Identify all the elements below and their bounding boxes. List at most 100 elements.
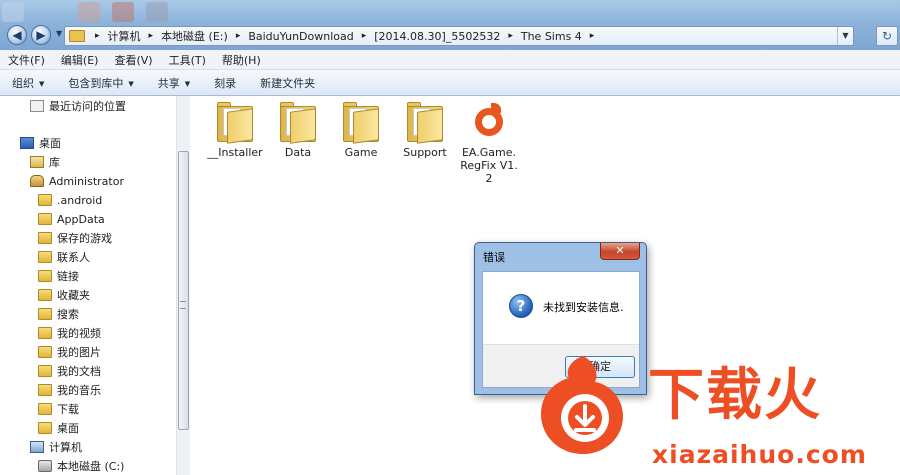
nav-item-desktop[interactable]: 桌面 <box>20 134 61 152</box>
desktop-icon <box>20 137 34 149</box>
breadcrumb-the-sims-4[interactable]: The Sims 4 <box>519 30 584 43</box>
organize-button[interactable]: 组织 ▼ <box>0 75 56 91</box>
dialog-message-area: ? 未找到安装信息. <box>483 272 639 344</box>
file-item-support[interactable]: Support <box>395 102 455 159</box>
chevron-right-icon[interactable]: ▸ <box>502 31 519 41</box>
window-titlebar: ◀ ▶ ▼ ▸ 计算机 ▸ 本地磁盘 (E:) ▸ BaiduYunDownlo… <box>0 0 900 50</box>
folder-icon <box>38 346 52 358</box>
nav-item-user-desktop[interactable]: 桌面 <box>38 419 79 437</box>
library-icon <box>30 156 44 168</box>
folder-icon <box>38 384 52 396</box>
nav-item-label: 桌面 <box>39 137 61 150</box>
nav-item-label: 我的视频 <box>57 327 101 340</box>
file-item-game[interactable]: Game <box>331 102 391 159</box>
nav-item-computer[interactable]: 计算机 <box>30 438 82 456</box>
navigation-pane: 最近访问的位置 桌面 库 Administrator .android AppD… <box>0 96 190 475</box>
nav-item-label: 我的图片 <box>57 346 101 359</box>
origin-app-icon <box>471 102 507 142</box>
file-item-label: EA.Game.RegFix V1.2 <box>460 146 518 185</box>
nav-item-links[interactable]: 链接 <box>38 267 79 285</box>
nav-item-my-pictures[interactable]: 我的图片 <box>38 343 101 361</box>
chevron-down-icon[interactable]: ▼ <box>837 27 853 45</box>
nav-pane-scrollbar[interactable] <box>176 96 190 475</box>
folder-icon <box>217 102 253 144</box>
breadcrumb-baiduyun[interactable]: BaiduYunDownload <box>246 30 355 43</box>
nav-item-my-videos[interactable]: 我的视频 <box>38 324 101 342</box>
refresh-button[interactable]: ↻ <box>876 26 898 46</box>
scrollbar-thumb[interactable] <box>178 151 189 430</box>
folder-icon <box>407 102 443 144</box>
folder-icon <box>38 422 52 434</box>
include-in-library-button[interactable]: 包含到库中 ▼ <box>56 75 145 91</box>
nav-item-label: .android <box>57 193 103 207</box>
nav-item-label: Administrator <box>49 174 124 188</box>
nav-item-label: 收藏夹 <box>57 289 90 302</box>
nav-item-label: 本地磁盘 (C:) <box>57 460 125 473</box>
nav-item-label: AppData <box>57 212 105 226</box>
address-bar[interactable]: ▸ 计算机 ▸ 本地磁盘 (E:) ▸ BaiduYunDownload ▸ [… <box>64 26 854 46</box>
folder-icon <box>38 308 52 320</box>
breadcrumb-drive-e[interactable]: 本地磁盘 (E:) <box>159 28 230 44</box>
command-bar: 组织 ▼ 包含到库中 ▼ 共享 ▼ 刻录 新建文件夹 <box>0 70 900 96</box>
menu-view[interactable]: 查看(V) <box>106 52 160 68</box>
nav-item-label: 我的文档 <box>57 365 101 378</box>
breadcrumb-computer[interactable]: 计算机 <box>106 28 143 44</box>
scrollbar-grip <box>180 301 186 309</box>
folder-icon <box>38 403 52 415</box>
chevron-right-icon[interactable]: ▸ <box>89 31 106 41</box>
recent-places-icon <box>30 100 44 112</box>
file-item-data[interactable]: Data <box>268 102 328 159</box>
drive-icon <box>38 460 52 472</box>
file-item-ea-regfix[interactable]: EA.Game.RegFix V1.2 <box>459 102 519 185</box>
file-item-label: Game <box>344 146 378 159</box>
menu-edit[interactable]: 编辑(E) <box>53 52 107 68</box>
nav-item-saved-games[interactable]: 保存的游戏 <box>38 229 112 247</box>
nav-item-label: 联系人 <box>57 251 90 264</box>
nav-item-my-documents[interactable]: 我的文档 <box>38 362 101 380</box>
nav-item-drive-c[interactable]: 本地磁盘 (C:) <box>38 457 124 475</box>
folder-icon <box>38 232 52 244</box>
forward-button[interactable]: ▶ <box>31 25 51 45</box>
folder-icon <box>38 289 52 301</box>
nav-item-libraries[interactable]: 库 <box>30 153 60 171</box>
burn-button[interactable]: 刻录 <box>202 75 248 91</box>
nav-item-favorites[interactable]: 收藏夹 <box>38 286 90 304</box>
folder-icon <box>38 270 52 282</box>
chevron-right-icon[interactable]: ▸ <box>356 31 373 41</box>
user-folder-icon <box>30 175 44 187</box>
nav-item-label: 链接 <box>57 270 79 283</box>
menu-file[interactable]: 文件(F) <box>0 52 53 68</box>
menu-help[interactable]: 帮助(H) <box>214 52 269 68</box>
chevron-right-icon[interactable]: ▸ <box>584 31 601 41</box>
nav-item-label: 我的音乐 <box>57 384 101 397</box>
background-taskbar-icons <box>0 0 200 22</box>
file-item-installer[interactable]: __Installer <box>205 102 265 159</box>
menu-tools[interactable]: 工具(T) <box>161 52 214 68</box>
chevron-right-icon[interactable]: ▸ <box>230 31 247 41</box>
nav-item-label: 搜索 <box>57 308 79 321</box>
close-button[interactable]: ✕ <box>600 243 640 260</box>
nav-item-contacts[interactable]: 联系人 <box>38 248 90 266</box>
new-folder-button[interactable]: 新建文件夹 <box>248 75 327 91</box>
breadcrumb-download-folder[interactable]: [2014.08.30]_5502532 <box>372 30 502 43</box>
nav-item-recent-places[interactable]: 最近访问的位置 <box>30 97 126 115</box>
recent-pages-dropdown[interactable]: ▼ <box>56 29 62 38</box>
nav-item-label: 下载 <box>57 403 79 416</box>
nav-item-searches[interactable]: 搜索 <box>38 305 79 323</box>
watermark-domain: xiazaihuo.com <box>652 440 867 469</box>
file-item-label: Data <box>284 146 312 159</box>
nav-item-my-music[interactable]: 我的音乐 <box>38 381 101 399</box>
share-label: 共享 <box>157 76 180 90</box>
nav-item-downloads[interactable]: 下载 <box>38 400 79 418</box>
chevron-right-icon[interactable]: ▸ <box>143 31 160 41</box>
back-button[interactable]: ◀ <box>7 25 27 45</box>
computer-icon <box>30 441 44 453</box>
nav-item-label: 最近访问的位置 <box>49 100 126 113</box>
file-item-label: Support <box>403 146 447 159</box>
share-button[interactable]: 共享 ▼ <box>146 75 202 91</box>
nav-item-administrator[interactable]: Administrator <box>30 172 124 190</box>
nav-item-appdata[interactable]: AppData <box>38 210 105 228</box>
nav-item-android[interactable]: .android <box>38 191 102 209</box>
folder-icon <box>280 102 316 144</box>
nav-item-label: 计算机 <box>49 441 82 454</box>
